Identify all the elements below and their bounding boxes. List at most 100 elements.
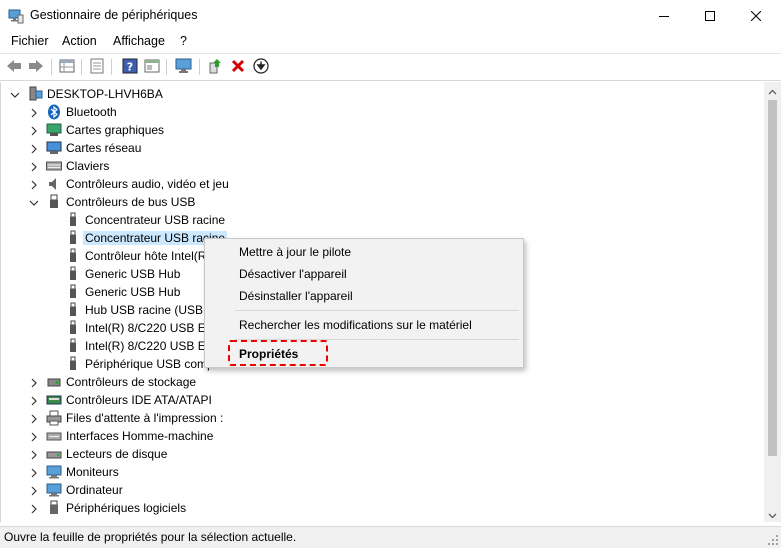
status-bar: Ouvre la feuille de propriétés pour la s… [0,526,781,548]
tree-category-label: Contrôleurs de bus USB [66,195,196,209]
scan-hardware-button[interactable] [175,58,193,76]
tree-category-label: Lecteurs de disque [66,447,168,461]
menu-separator [235,310,519,311]
chevron-right-icon[interactable] [29,125,39,136]
bluetooth-icon [46,104,62,120]
tree-category-label: Ordinateur [66,483,123,497]
status-text: Ouvre la feuille de propriétés pour la s… [4,530,297,544]
title-bar: Gestionnaire de périphériques [0,0,781,32]
chevron-right-icon[interactable] [29,503,39,514]
tree-category-label: Contrôleurs audio, vidéo et jeu [66,177,229,191]
menu-item-update-driver[interactable]: Mettre à jour le pilote [239,245,351,259]
vertical-scrollbar[interactable] [764,82,781,522]
usb-device-label: Contrôleur hôte Intel(R [85,249,207,263]
svg-text:?: ? [127,60,133,73]
tree-category-label: Bluetooth [66,105,117,119]
tree-root-label: DESKTOP-LHVH6BA [47,87,163,101]
uninstall-button[interactable] [229,58,247,76]
document-button[interactable] [88,58,106,76]
properties-view-button[interactable] [58,58,76,76]
monitor-icon [46,464,62,480]
hid-icon [46,428,62,444]
usb-plug-icon [65,212,81,228]
chevron-right-icon[interactable] [29,449,39,460]
tree-category[interactable]: Contrôleurs IDE ATA/ATAPI [1,391,761,409]
download-icon [253,57,269,77]
uninstall-x-icon [231,59,245,76]
tree-category[interactable]: Contrôleurs audio, vidéo et jeu [1,175,761,193]
scroll-down-icon[interactable] [768,509,777,519]
resize-grip-icon[interactable] [767,534,779,546]
usb-icon [46,194,62,210]
tree-category[interactable]: Périphériques logiciels [1,499,761,517]
document-icon [89,58,105,77]
tree-category-label: Interfaces Homme-machine [66,429,214,443]
forward-button[interactable] [27,58,45,76]
tree-category[interactable]: Files d'attente à l'impression : [1,409,761,427]
usb-plug-icon [65,284,81,300]
usb-device[interactable]: Concentrateur USB racine [1,211,761,229]
chevron-right-icon[interactable] [29,143,39,154]
menu-fichier[interactable]: Fichier [11,34,49,48]
toolbar-separator [111,59,112,75]
tree-root[interactable]: DESKTOP-LHVH6BA [1,85,761,103]
chevron-right-icon[interactable] [29,395,39,406]
chevron-right-icon[interactable] [29,431,39,442]
menu-affichage[interactable]: Affichage [113,34,165,48]
tree-category[interactable]: Claviers [1,157,761,175]
usb-plug-icon [65,302,81,318]
tree-category[interactable]: Lecteurs de disque [1,445,761,463]
chevron-right-icon[interactable] [29,179,39,190]
menu-item-scan-hardware[interactable]: Rechercher les modifications sur le maté… [239,318,472,332]
usb-device-label: Intel(R) 8/C220 USB EH [85,321,215,335]
help-book-icon [144,58,160,77]
update-driver-button[interactable] [206,58,224,76]
toolbar-separator [199,59,200,75]
back-button[interactable] [5,58,23,76]
chevron-down-icon[interactable] [10,89,20,99]
tree-category-label: Files d'attente à l'impression : [66,411,224,425]
help-book-button[interactable] [143,58,161,76]
menu-item-uninstall-device[interactable]: Désinstaller l'appareil [239,289,353,303]
tree-category-label: Contrôleurs de stockage [66,375,197,389]
update-driver-icon [207,58,223,77]
computer-root-icon [27,86,43,102]
tree-category-label: Moniteurs [66,465,119,479]
chevron-right-icon[interactable] [29,377,39,388]
tree-category[interactable]: Cartes réseau [1,139,761,157]
tree-category[interactable]: Interfaces Homme-machine [1,427,761,445]
menu-bar: Fichier Action Affichage ? [0,32,781,52]
chevron-down-icon[interactable] [29,197,39,207]
menu-help[interactable]: ? [180,34,187,48]
software-device-icon [46,500,62,516]
disk-drive-icon [46,446,62,462]
tree-category[interactable]: Ordinateur [1,481,761,499]
chevron-right-icon[interactable] [29,107,39,118]
chevron-right-icon[interactable] [29,485,39,496]
tree-category-usb[interactable]: Contrôleurs de bus USB [1,193,761,211]
usb-plug-icon [65,248,81,264]
device-manager-icon [8,8,24,24]
scroll-up-icon[interactable] [768,86,777,95]
tree-category[interactable]: Moniteurs [1,463,761,481]
close-button[interactable] [733,0,779,32]
tree-category[interactable]: Bluetooth [1,103,761,121]
usb-plug-icon [65,320,81,336]
help-button[interactable]: ? [121,58,139,76]
minimize-button[interactable] [641,0,687,32]
tree-category-label: Cartes réseau [66,141,142,155]
tree-category[interactable]: Contrôleurs de stockage [1,373,761,391]
usb-plug-icon [65,266,81,282]
download-button[interactable] [252,57,270,77]
tree-category[interactable]: Cartes graphiques [1,121,761,139]
usb-plug-icon [65,356,81,372]
computer-icon [46,482,62,498]
menu-action[interactable]: Action [62,34,97,48]
chevron-right-icon[interactable] [29,467,39,478]
chevron-right-icon[interactable] [29,413,39,424]
maximize-button[interactable] [687,0,733,32]
menu-item-disable-device[interactable]: Désactiver l'appareil [239,267,347,281]
chevron-right-icon[interactable] [29,161,39,172]
scrollbar-thumb[interactable] [768,100,777,456]
back-arrow-icon [6,59,22,76]
